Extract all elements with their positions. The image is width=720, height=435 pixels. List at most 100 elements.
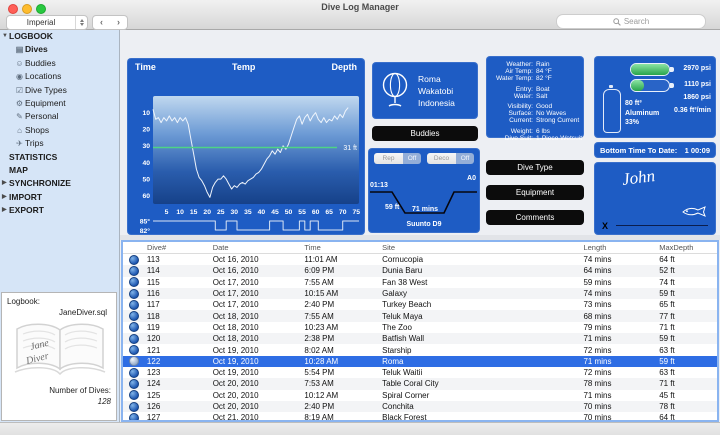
- cell-icon: [123, 390, 145, 401]
- table-row[interactable]: 126 Oct 20, 2010 2:40 PM Conchita 70 mins 78 …: [123, 400, 717, 413]
- table-row[interactable]: 121 Oct 19, 2010 8:02 AM Starship 72 mins 63 …: [123, 344, 717, 356]
- rep-toggle-label: Rep: [374, 153, 403, 164]
- table-row[interactable]: 120 Oct 18, 2010 2:38 PM Batfish Wall 71 min…: [123, 333, 717, 345]
- column-header-length[interactable]: Length: [581, 242, 657, 253]
- dive-icon: [128, 311, 139, 322]
- logbook-book-icon: Jane Diver: [14, 323, 106, 376]
- condition-value: 82 °F: [536, 75, 552, 82]
- cell-icon: [123, 277, 145, 288]
- cell-length: 78 mins: [583, 379, 612, 389]
- cell-maxdepth: 63 ft: [659, 345, 675, 355]
- cell-site: Batfish Wall: [382, 334, 425, 344]
- sidebar-section-statistics[interactable]: STATISTICS: [0, 151, 119, 164]
- svg-text:5: 5: [165, 209, 169, 216]
- sidebar-section-label: SYNCHRONIZE: [9, 178, 71, 189]
- table-row[interactable]: 115 Oct 17, 2010 7:55 AM Fan 38 West 59 mins…: [123, 277, 717, 288]
- sidebar-section-synchronize[interactable]: ▶ SYNCHRONIZE: [0, 177, 119, 190]
- tank-start-gauge: [630, 63, 674, 76]
- sidebar-section-export[interactable]: ▶ EXPORT: [0, 204, 119, 217]
- cell-dive: 113: [146, 255, 160, 265]
- sidebar-item-shops[interactable]: ⌂ Shops: [0, 124, 119, 137]
- search-placeholder: Search: [623, 17, 650, 26]
- condition-value: Salt: [536, 92, 548, 100]
- cell-time: 10:12 AM: [304, 390, 339, 400]
- column-header-maxdepth[interactable]: MaxDepth: [657, 242, 717, 253]
- sidebar-item-personal[interactable]: ✎ Personal: [0, 110, 119, 123]
- condition-value: Boat: [536, 85, 550, 93]
- cell-length: 79 mins: [583, 322, 612, 332]
- sidebar-item-trips[interactable]: ✈ Trips: [0, 137, 119, 150]
- buddies-button[interactable]: Buddies: [372, 126, 478, 141]
- sidebar-section-label: STATISTICS: [9, 151, 58, 162]
- sidebar-item-buddies[interactable]: ☺Buddies: [0, 57, 119, 70]
- chart-header-time: Time: [135, 62, 156, 72]
- sidebar-section-map[interactable]: MAP: [0, 164, 119, 177]
- buddies-button-label: Buddies: [410, 129, 440, 138]
- cell-icon: [123, 401, 145, 412]
- location-line: Roma: [418, 73, 441, 84]
- disclosure-triangle-icon[interactable]: ▶: [2, 177, 7, 190]
- rep-toggle-state: Off: [403, 153, 421, 164]
- window-title: Dive Log Manager: [321, 2, 399, 12]
- table-row[interactable]: 123 Oct 19, 2010 5:54 PM Teluk Waitii 72 min…: [123, 367, 717, 378]
- signature-panel[interactable]: John X: [594, 162, 716, 235]
- comments-button[interactable]: Comments: [486, 210, 584, 225]
- equipment-icon: ⚙: [15, 98, 24, 108]
- cell-date: Oct 21, 2010: [212, 413, 259, 422]
- condition-row-weather: Weather: Rain: [486, 61, 584, 68]
- sidebar-section-label: EXPORT: [9, 205, 44, 216]
- sidebar-item-dive-types[interactable]: ☑ Dive Types: [0, 84, 119, 97]
- sidebar-section-import[interactable]: ▶ IMPORT: [0, 191, 119, 204]
- disclosure-triangle-icon[interactable]: ▶: [2, 204, 7, 217]
- units-dropdown[interactable]: Imperial: [6, 15, 88, 30]
- tank-sac-rate: 0.36 ft³/min: [674, 107, 711, 114]
- table-row[interactable]: 127 Oct 21, 2010 8:19 AM Black Forest 70 min…: [123, 412, 717, 422]
- cell-dive: 122: [146, 356, 161, 366]
- table-row[interactable]: 124 Oct 20, 2010 7:53 AM Table Coral City 78…: [123, 378, 717, 390]
- rep-toggle[interactable]: Rep Off: [374, 153, 421, 164]
- condition-row-current: Current: Strong Current: [486, 117, 584, 124]
- table-row[interactable]: 119 Oct 18, 2010 10:23 AM The Zoo 79 mins 71 …: [123, 322, 717, 333]
- column-header-dive[interactable]: Dive#: [145, 242, 211, 253]
- cell-maxdepth: 71 ft: [659, 322, 675, 332]
- sidebar-section-logbook[interactable]: ▼ LOGBOOK: [0, 30, 119, 43]
- deco-toggle[interactable]: Deco Off: [427, 153, 474, 164]
- cell-site: Roma: [382, 356, 404, 366]
- table-row[interactable]: 113 Oct 16, 2010 11:01 AM Cornucopia 74 mins…: [123, 254, 717, 265]
- cell-maxdepth: 64 ft: [659, 255, 675, 265]
- table-row[interactable]: 117 Oct 17, 2010 2:40 PM Turkey Beach 73 min…: [123, 299, 717, 310]
- status-bar: [0, 422, 720, 435]
- table-row[interactable]: 114 Oct 16, 2010 6:09 PM Dunia Baru 64 mins 5…: [123, 265, 717, 277]
- condition-label: Current:: [509, 117, 533, 124]
- sidebar-item-locations[interactable]: ◉ Locations: [0, 70, 119, 83]
- dive-icon: [128, 356, 139, 367]
- sidebar-item-equipment[interactable]: ⚙ Equipment: [0, 97, 119, 110]
- search-input[interactable]: Search: [556, 14, 706, 29]
- column-header-date[interactable]: Date: [211, 242, 303, 253]
- cell-time: 8:02 AM: [304, 345, 334, 355]
- table-row[interactable]: 122 Oct 19, 2010 10:28 AM Roma 71 mins 59 ft: [123, 355, 717, 367]
- sidebar-item-label: Shops: [25, 124, 50, 135]
- disclosure-triangle-icon[interactable]: ▶: [2, 191, 7, 204]
- location-box[interactable]: Roma Wakatobi Indonesia: [372, 62, 478, 119]
- personal-icon: ✎: [16, 112, 23, 122]
- sidebar-item-dives[interactable]: ▤ Dives: [0, 43, 119, 56]
- disclosure-triangle-icon[interactable]: ▼: [2, 30, 8, 43]
- bottom-time-panel: Bottom Time To Date: 1 00:09: [594, 142, 716, 158]
- condition-row-surface: Surface: No Waves: [486, 110, 584, 117]
- table-row[interactable]: 118 Oct 18, 2010 7:55 AM Teluk Maya 68 mins 7…: [123, 310, 717, 322]
- table-row[interactable]: 116 Oct 17, 2010 10:15 AM Galaxy 74 mins 59 f…: [123, 287, 717, 300]
- condition-row-dive-suit: Dive Suit: 1-Piece Wetsuit: [486, 135, 584, 142]
- cell-length: 72 mins: [583, 345, 612, 355]
- cell-length: 71 mins: [583, 334, 612, 344]
- cell-dive: 116: [146, 289, 160, 299]
- column-header-time[interactable]: Time: [302, 242, 380, 253]
- table-row[interactable]: 125 Oct 20, 2010 10:12 AM Spiral Corner 71 m…: [123, 390, 717, 401]
- column-header-site[interactable]: Site: [380, 242, 581, 253]
- forward-button[interactable]: ›: [110, 15, 128, 30]
- back-button[interactable]: ‹: [92, 15, 111, 30]
- cell-icon: [123, 288, 145, 299]
- equipment-button[interactable]: Equipment: [486, 185, 584, 200]
- cell-dive: 117: [146, 300, 160, 310]
- dive-type-button[interactable]: Dive Type: [486, 160, 584, 175]
